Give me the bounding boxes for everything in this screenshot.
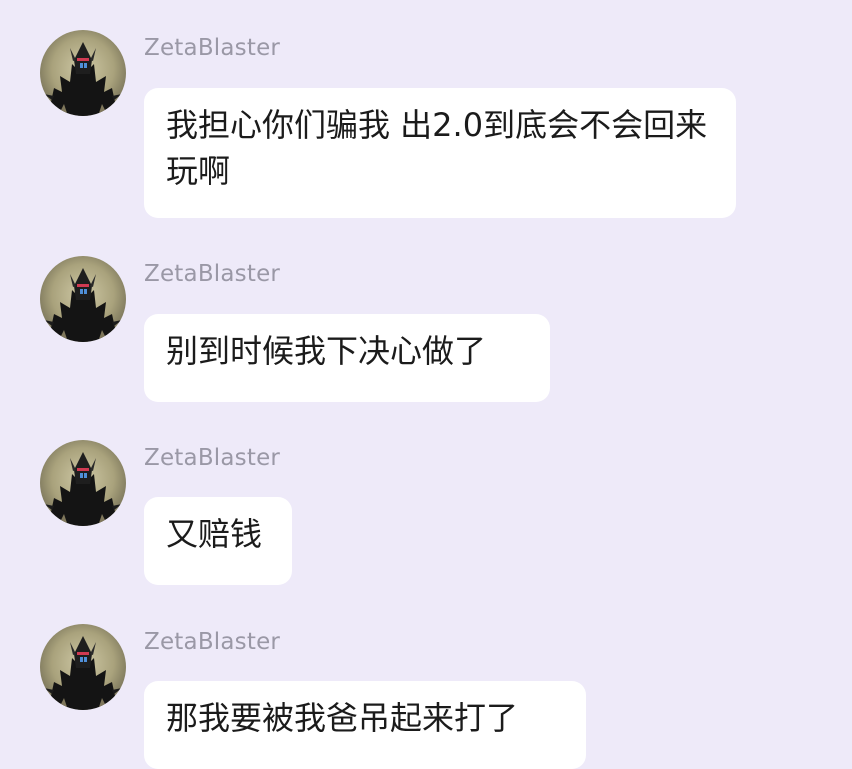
sender-name: ZetaBlaster — [144, 445, 281, 471]
avatar-image — [40, 440, 126, 526]
chat-message-list[interactable]: ZetaBlaster 我担心你们骗我 出2.0到底会不会回来玩啊 ZetaBl… — [0, 0, 852, 769]
message-bubble[interactable]: 我担心你们骗我 出2.0到底会不会回来玩啊 — [144, 88, 736, 218]
sender-name: ZetaBlaster — [144, 35, 281, 61]
sender-name: ZetaBlaster — [144, 629, 281, 655]
message-bubble[interactable]: 那我要被我爸吊起来打了 — [144, 681, 586, 769]
avatar[interactable] — [40, 624, 126, 710]
avatar-image — [40, 30, 126, 116]
avatar[interactable] — [40, 30, 126, 116]
avatar-image — [40, 624, 126, 710]
avatar[interactable] — [40, 440, 126, 526]
message-bubble[interactable]: 别到时候我下决心做了 — [144, 314, 550, 402]
sender-name: ZetaBlaster — [144, 261, 281, 287]
message-bubble[interactable]: 又赔钱 — [144, 497, 292, 585]
avatar-image — [40, 256, 126, 342]
avatar[interactable] — [40, 256, 126, 342]
